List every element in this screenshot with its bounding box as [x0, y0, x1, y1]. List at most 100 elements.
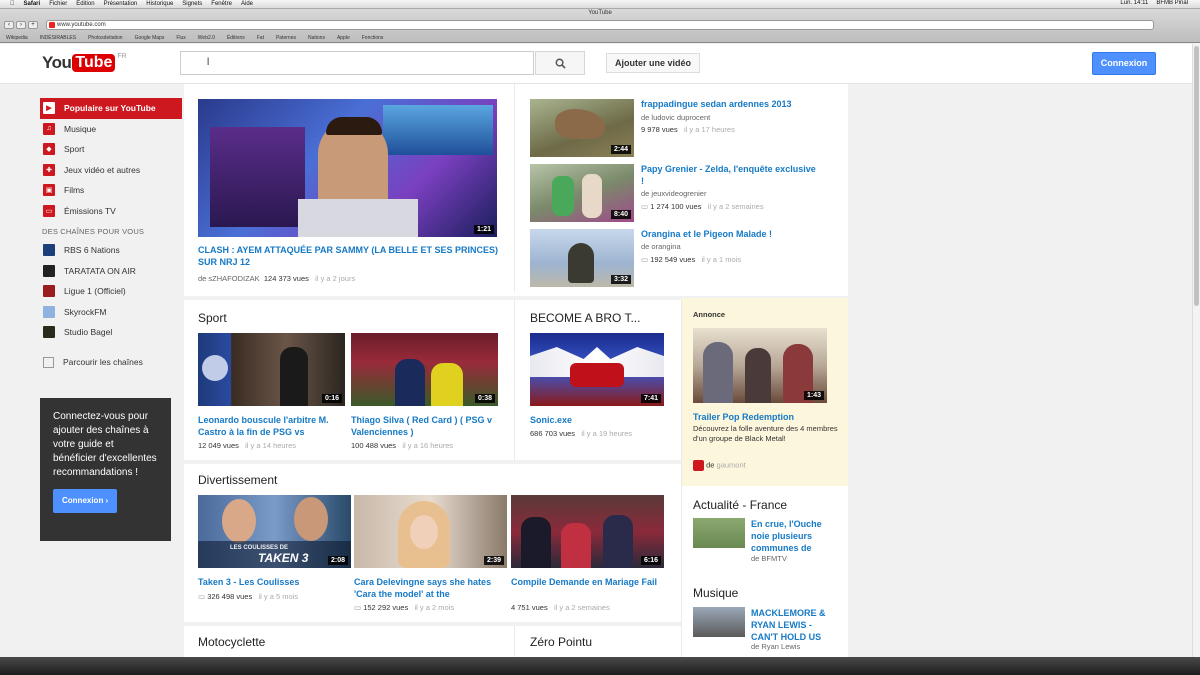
- news-video-channel[interactable]: de BFMTV: [751, 554, 787, 563]
- side-video-title[interactable]: Orangina et le Pigeon Malade !: [641, 228, 821, 240]
- guide-item-sport[interactable]: ◆ Sport: [40, 139, 182, 160]
- side-video-title[interactable]: Papy Grenier - Zelda, l'enquête exclusiv…: [641, 163, 821, 187]
- menu-signets[interactable]: Signets: [182, 1, 202, 7]
- section-title-become[interactable]: BECOME A BRO T...: [530, 311, 640, 325]
- bookmark-item[interactable]: INDÉSIRABLES: [40, 35, 76, 41]
- side-video-channel[interactable]: de ludovic duprocent: [641, 113, 710, 122]
- guide-channel[interactable]: Studio Bagel: [40, 322, 182, 343]
- upload-button[interactable]: Ajouter une vidéo: [606, 53, 701, 73]
- side-video-title[interactable]: frappadingue sedan ardennes 2013: [641, 98, 821, 110]
- menu-safari[interactable]: Safari: [24, 1, 41, 7]
- browse-channels-link[interactable]: Parcourir les chaînes: [40, 356, 182, 368]
- bookmark-item[interactable]: Fat: [257, 35, 264, 41]
- guide-item-gaming[interactable]: ✚ Jeux vidéo et autres: [40, 160, 182, 181]
- news-video-title[interactable]: En crue, l'Ouche noie plusieurs communes…: [751, 518, 841, 554]
- channel-avatar: [43, 244, 55, 257]
- side-video-channel[interactable]: de orangina: [641, 242, 681, 251]
- scrollbar-thumb[interactable]: [1194, 46, 1199, 306]
- section-title-musique[interactable]: Musique: [693, 586, 738, 600]
- address-bar[interactable]: www.youtube.com: [46, 20, 1154, 30]
- entertainment-video-title[interactable]: Compile Demande en Mariage Fail: [511, 576, 664, 588]
- bookmark-item[interactable]: Wikipedia: [6, 35, 28, 41]
- signin-button[interactable]: Connexion: [1092, 52, 1156, 75]
- guide-channel[interactable]: TARATATA ON AIR: [40, 261, 182, 282]
- guide-item-music[interactable]: ♫ Musique: [40, 119, 182, 140]
- menu-fichier[interactable]: Fichier: [49, 1, 67, 7]
- video-duration: 0:38: [474, 394, 495, 403]
- bookmark-item[interactable]: Photosdeitation: [88, 35, 122, 41]
- music-video-channel[interactable]: de Ryan Lewis: [751, 642, 800, 651]
- menu-fenetre[interactable]: Fenêtre: [211, 1, 232, 7]
- bookmark-item[interactable]: Apple: [337, 35, 350, 41]
- promo-signin-button[interactable]: Connexion ›: [53, 489, 118, 513]
- side-video-channel[interactable]: de jeuxvideogrenier: [641, 189, 706, 198]
- guide-channel[interactable]: Ligue 1 (Officiel): [40, 281, 182, 302]
- news-thumbnail[interactable]: [693, 518, 745, 548]
- menu-aide[interactable]: Aide: [241, 1, 253, 7]
- section-title-divertissement[interactable]: Divertissement: [198, 473, 277, 487]
- sport-thumbnail[interactable]: 0:38: [351, 333, 498, 406]
- ad-advertiser[interactable]: de gaumont: [693, 460, 746, 471]
- window-title: YouTube: [588, 10, 612, 16]
- video-duration: 2:08: [327, 556, 348, 565]
- apple-icon[interactable]: : [10, 1, 15, 7]
- become-video-title[interactable]: Sonic.exe: [530, 414, 664, 426]
- bookmarks-bar: Wikipedia INDÉSIRABLES Photosdeitation G…: [0, 33, 1200, 43]
- music-thumbnail[interactable]: [693, 607, 745, 637]
- share-button[interactable]: +: [28, 21, 38, 29]
- featured-title[interactable]: CLASH : AYEM ATTAQUÉE PAR SAMMY (LA BELL…: [198, 244, 508, 268]
- guide-heading: DES CHAÎNES POUR VOUS: [42, 227, 145, 236]
- section-title-sport[interactable]: Sport: [198, 311, 227, 325]
- bookmark-item[interactable]: Flux: [176, 35, 185, 41]
- entertainment-video-title[interactable]: Taken 3 - Les Coulisses: [198, 576, 351, 588]
- guide-item-films[interactable]: ▣ Films: [40, 180, 182, 201]
- ad-thumbnail[interactable]: 1:43: [693, 328, 827, 403]
- bookmark-item[interactable]: Paternes: [276, 35, 296, 41]
- video-age: il y a 19 heures: [581, 429, 633, 438]
- side-thumbnail[interactable]: 3:32: [530, 229, 634, 287]
- side-thumbnail[interactable]: 2:44: [530, 99, 634, 157]
- bookmark-item[interactable]: Web2.0: [198, 35, 215, 41]
- ad-title[interactable]: Trailer Pop Redemption: [693, 411, 843, 423]
- bookmark-item[interactable]: Nations: [308, 35, 325, 41]
- featured-age: il y a 2 jours: [315, 274, 356, 283]
- featured-channel[interactable]: de sZHAFODIZAK: [198, 274, 260, 283]
- entertainment-thumbnail[interactable]: LES COULISSES DE TAKEN 3 2:08: [198, 495, 351, 568]
- video-age: il y a 14 heures: [245, 441, 297, 450]
- bookmark-item[interactable]: Google Maps: [135, 35, 165, 41]
- entertainment-thumbnail[interactable]: 2:39: [354, 495, 507, 568]
- forward-button[interactable]: ›: [16, 21, 26, 29]
- section-title-zero-pointu[interactable]: Zéro Pointu: [530, 635, 592, 649]
- search-input[interactable]: l: [180, 51, 534, 75]
- sport-video-title[interactable]: Thiago Silva ( Red Card ) ( PSG v Valenc…: [351, 414, 498, 438]
- sport-thumbnail[interactable]: 0:16: [198, 333, 345, 406]
- bookmark-item[interactable]: Éditions: [227, 35, 245, 41]
- side-video-meta: ▭ 192 549 vues il y a 1 mois: [641, 255, 741, 264]
- entertainment-thumbnail[interactable]: 6:16: [511, 495, 664, 568]
- user-name[interactable]: BFMB Pinal: [1156, 0, 1188, 6]
- back-button[interactable]: ‹: [4, 21, 14, 29]
- ad-description: Découvrez la folle aventure des 4 membre…: [693, 424, 838, 443]
- scrollbar[interactable]: [1192, 44, 1200, 659]
- guide-channel[interactable]: SkyrockFM: [40, 302, 182, 323]
- sport-video-title[interactable]: Leonardo bouscule l'arbitre M. Castro à …: [198, 414, 345, 438]
- music-video-title[interactable]: MACKLEMORE & RYAN LEWIS - CAN'T HOLD US: [751, 607, 841, 643]
- menu-historique[interactable]: Historique: [146, 1, 173, 7]
- guide-channel[interactable]: RBS 6 Nations: [40, 240, 182, 261]
- become-thumbnail[interactable]: 7:41: [530, 333, 664, 406]
- side-thumbnail[interactable]: 8:40: [530, 164, 634, 222]
- entertainment-video-title[interactable]: Cara Delevingne says she hates 'Cara the…: [354, 576, 507, 600]
- menu-edition[interactable]: Édition: [76, 1, 94, 7]
- tv-icon: ▭: [43, 204, 55, 217]
- guide-item-tv[interactable]: ▭ Émissions TV: [40, 201, 182, 222]
- search-button[interactable]: [535, 51, 585, 75]
- section-title-motocyclette[interactable]: Motocyclette: [198, 635, 265, 649]
- bookmark-item[interactable]: Fonctions: [362, 35, 384, 41]
- menu-presentation[interactable]: Présentation: [104, 1, 138, 7]
- guide-item-label: Populaire sur YouTube: [64, 103, 156, 114]
- section-title-actualite[interactable]: Actualité - France: [693, 498, 787, 512]
- featured-thumbnail[interactable]: 1:21: [198, 99, 497, 237]
- channel-avatar: [43, 264, 55, 277]
- guide-item-popular[interactable]: ▶ Populaire sur YouTube: [40, 98, 182, 119]
- youtube-logo[interactable]: You Tube FR: [42, 53, 127, 73]
